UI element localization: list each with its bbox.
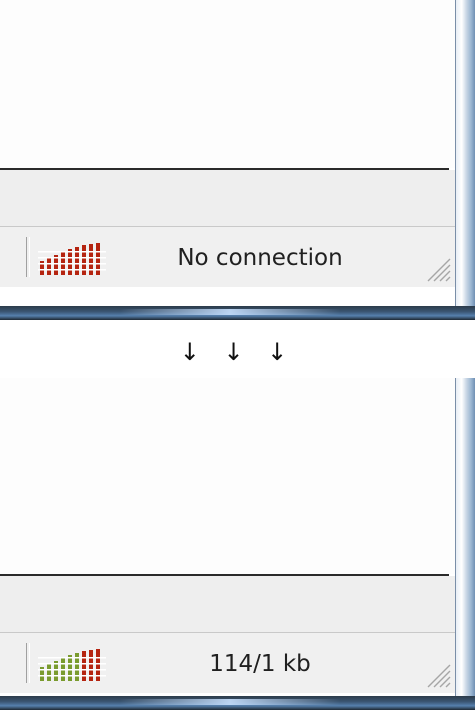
transition-arrows: ↓ ↓ ↓ [179,338,296,366]
status-bar: No connection [0,227,456,287]
panel-area [0,170,456,227]
status-bar-divider [26,643,30,683]
window-frame-right [455,0,475,306]
window-frame-right [455,378,475,696]
window-before: No connection [0,0,475,320]
client-area [0,0,456,168]
client-area [0,378,456,574]
transfer-status-text: 114/1 kb [209,651,311,677]
resize-grip-icon[interactable] [422,659,452,689]
panel-area [0,576,456,633]
window-frame-bottom [0,696,475,710]
connection-status-text: No connection [177,245,343,271]
status-bar-divider [26,237,30,277]
signal-strength-icon [38,649,106,681]
window-after: 114/1 kb [0,378,475,710]
status-bar: 114/1 kb [0,633,456,693]
window-frame-bottom [0,306,475,320]
resize-grip-icon[interactable] [422,253,452,283]
signal-strength-icon [38,243,106,275]
